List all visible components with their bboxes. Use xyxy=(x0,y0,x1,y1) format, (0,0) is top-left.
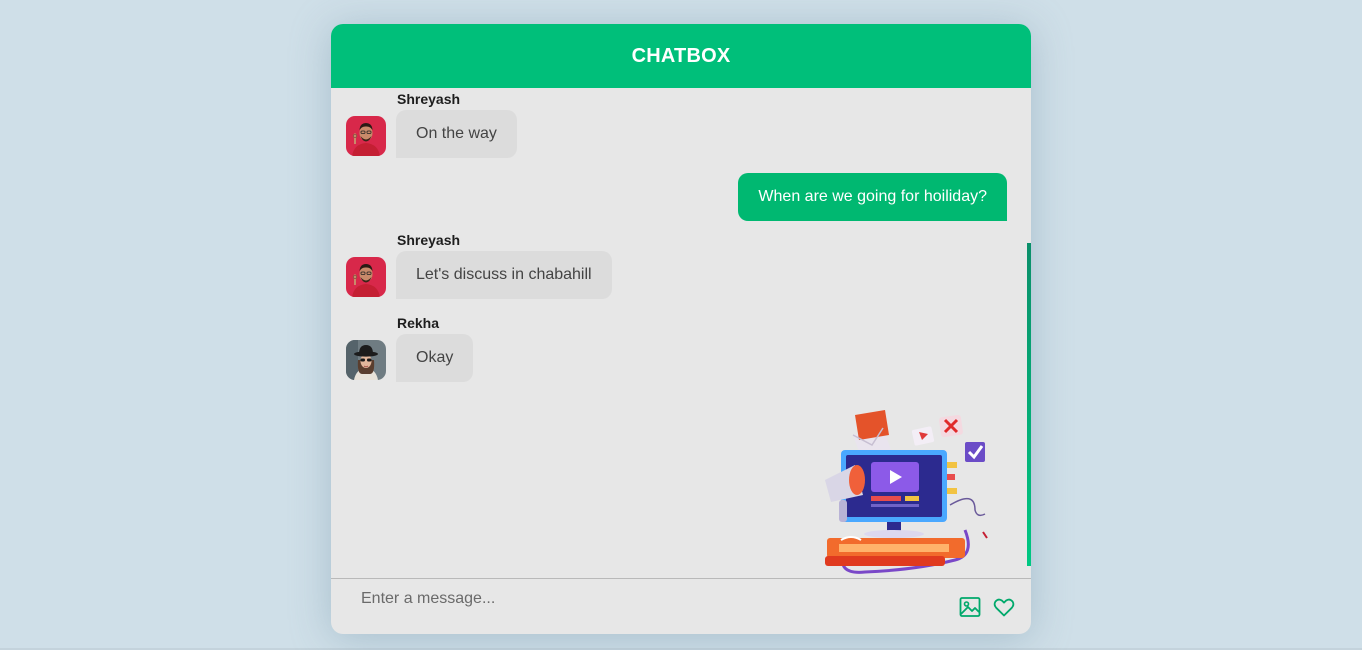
avatar-rekha[interactable] xyxy=(346,340,386,380)
heart-icon[interactable] xyxy=(992,595,1016,619)
chat-header: CHATBOX xyxy=(331,24,1031,88)
outgoing-message-bubble: When are we going for hoiliday? xyxy=(738,173,1007,221)
message-composer xyxy=(331,578,1031,634)
avatar-shreyash[interactable] xyxy=(346,116,386,156)
scrollbar[interactable] xyxy=(1027,243,1031,566)
chat-title: CHATBOX xyxy=(631,44,731,67)
message-bubble: Okay xyxy=(396,334,474,382)
message-list[interactable]: Shreyash On the way When are we going fo… xyxy=(331,88,1031,579)
message-input[interactable] xyxy=(349,585,953,613)
marketing-illustration xyxy=(825,410,995,585)
avatar-shreyash[interactable] xyxy=(346,257,386,297)
sender-name: Shreyash xyxy=(397,91,461,107)
message-bubble: Let's discuss in chabahill xyxy=(396,251,612,299)
message-bubble: On the way xyxy=(396,110,517,158)
image-icon[interactable] xyxy=(958,595,982,619)
sender-name: Rekha xyxy=(397,315,440,331)
sender-name: Shreyash xyxy=(397,232,461,248)
chatbox-window: CHATBOX Shreyash On the way When are we … xyxy=(331,24,1031,634)
